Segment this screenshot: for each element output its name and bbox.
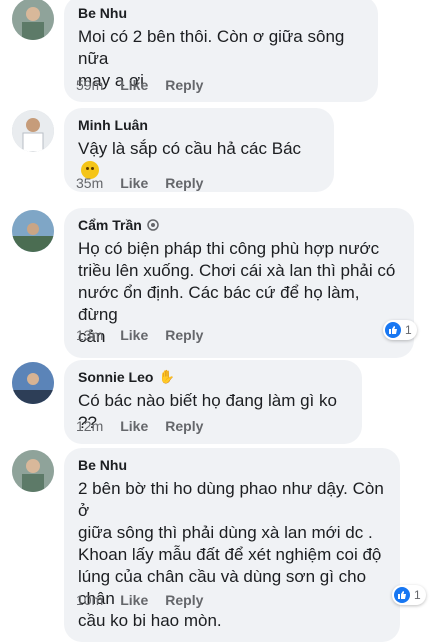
avatar[interactable]	[12, 362, 54, 404]
like-reaction-icon	[385, 322, 401, 338]
like-button[interactable]: Like	[120, 76, 148, 94]
comment-text-content: Vậy là sắp có cầu hả các Bác	[78, 139, 302, 158]
author-name[interactable]: Sonnie Leo ✋	[78, 368, 348, 386]
top-fan-icon	[147, 219, 159, 231]
wave-hand-icon: ✋	[158, 369, 175, 384]
timestamp[interactable]: 12m	[76, 417, 103, 435]
reaction-count-value: 1	[405, 323, 412, 337]
timestamp[interactable]: 35m	[76, 174, 103, 192]
author-name[interactable]: Be Nhu	[78, 456, 386, 474]
comment-actions: 12m Like Reply	[76, 417, 203, 435]
comment-actions: 59m Like Reply	[76, 76, 203, 94]
comment-actions: 10m Like Reply	[76, 591, 203, 609]
author-name-text: Cẩm Trần	[78, 217, 142, 233]
reply-button[interactable]: Reply	[165, 174, 203, 192]
avatar[interactable]	[12, 450, 54, 492]
comment-actions: 35m Like Reply	[76, 174, 203, 192]
author-name-text: Sonnie Leo	[78, 369, 154, 385]
author-name[interactable]: Be Nhu	[78, 4, 364, 22]
comment-bubble: Be Nhu 2 bên bờ thi ho dùng phao như dậy…	[64, 448, 400, 642]
reaction-count[interactable]: 1	[383, 320, 417, 340]
avatar[interactable]	[12, 0, 54, 40]
like-button[interactable]: Like	[120, 417, 148, 435]
timestamp[interactable]: 59m	[76, 76, 103, 94]
like-button[interactable]: Like	[120, 174, 148, 192]
author-name[interactable]: Minh Luân	[78, 116, 320, 134]
comment-actions: 13m Like Reply	[76, 326, 203, 344]
avatar[interactable]	[12, 110, 54, 152]
reaction-count[interactable]: 1	[392, 585, 426, 605]
timestamp[interactable]: 13m	[76, 326, 103, 344]
reply-button[interactable]: Reply	[165, 417, 203, 435]
reply-button[interactable]: Reply	[165, 591, 203, 609]
timestamp[interactable]: 10m	[76, 591, 103, 609]
reaction-count-value: 1	[414, 588, 421, 602]
author-name[interactable]: Cẩm Trần	[78, 216, 400, 234]
like-button[interactable]: Like	[120, 591, 148, 609]
like-reaction-icon	[394, 587, 410, 603]
reply-button[interactable]: Reply	[165, 326, 203, 344]
reply-button[interactable]: Reply	[165, 76, 203, 94]
like-button[interactable]: Like	[120, 326, 148, 344]
avatar[interactable]	[12, 210, 54, 252]
